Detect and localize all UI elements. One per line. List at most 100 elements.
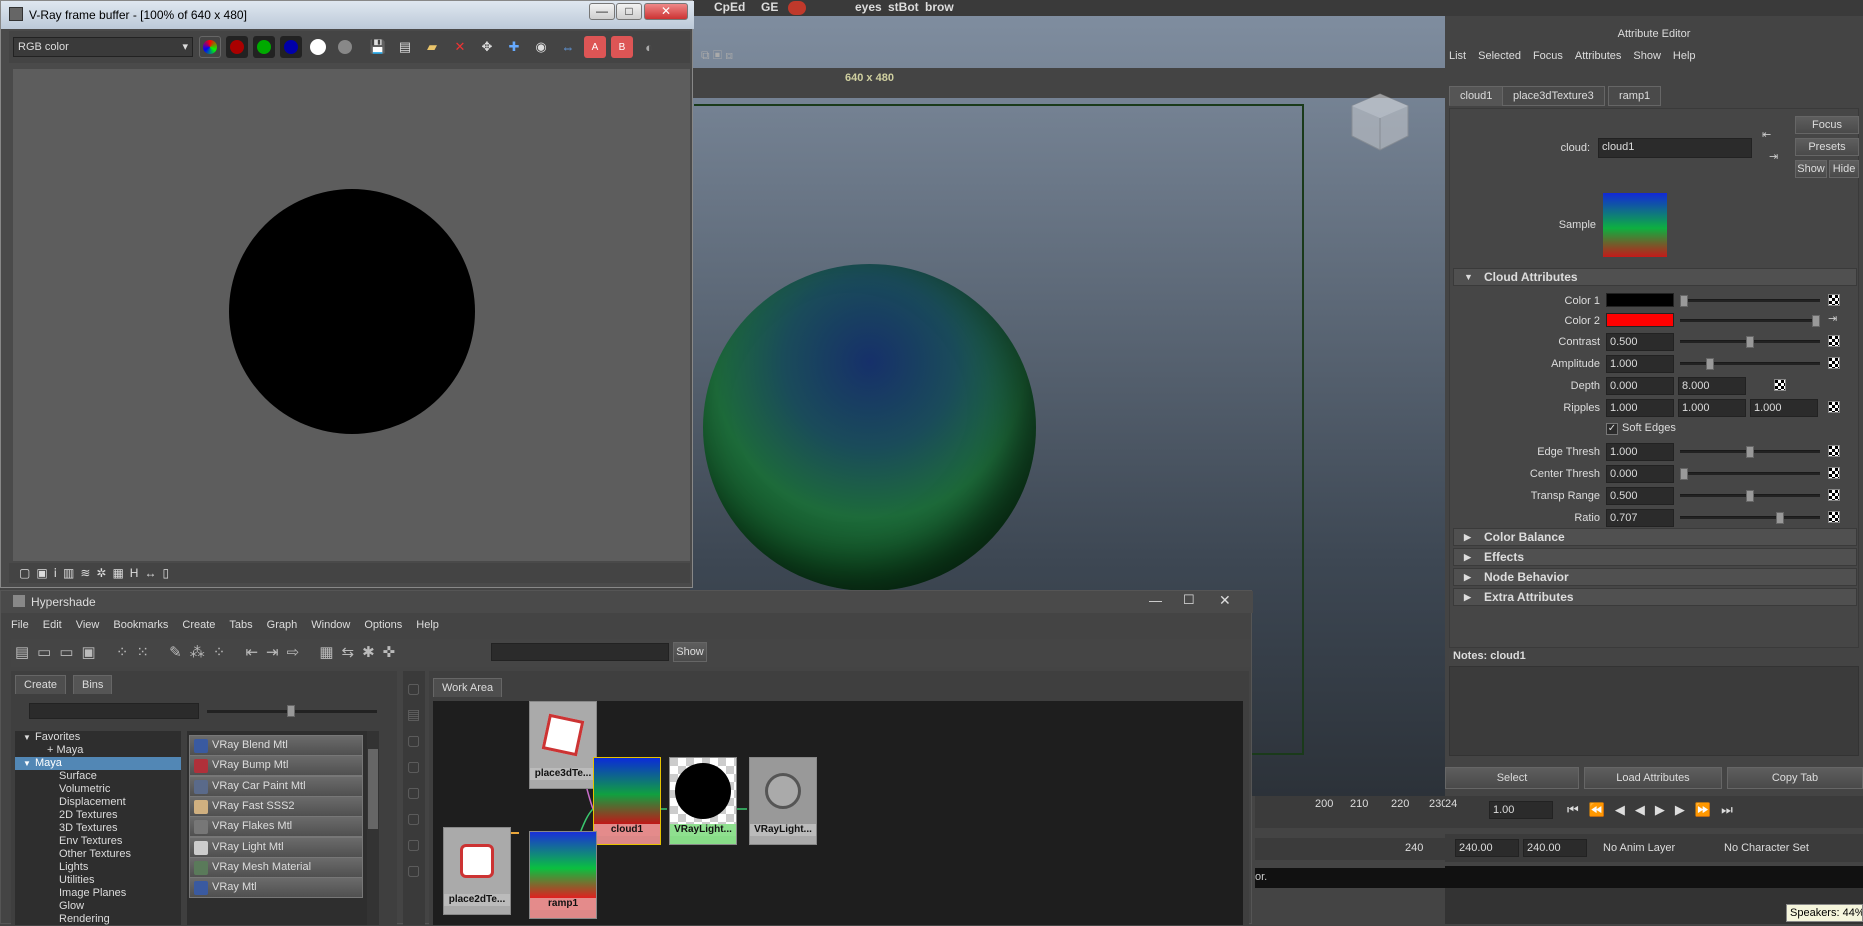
save-all-icon[interactable]: ▤ — [394, 36, 416, 58]
open-icon[interactable]: ▰ — [421, 36, 443, 58]
tree-item[interactable]: + Maya — [15, 744, 181, 757]
tree-item[interactable]: Surface — [15, 770, 181, 783]
rgb-icon[interactable] — [199, 36, 221, 58]
ae-menu-attributes[interactable]: Attributes — [1575, 50, 1621, 62]
node-create-button[interactable]: VRay Flakes Mtl — [189, 816, 363, 838]
clear-icon[interactable]: ✕ — [449, 36, 471, 58]
search-input[interactable] — [491, 643, 669, 661]
region-render-icon[interactable]: ✚ — [503, 36, 525, 58]
ripples-z-field[interactable]: 1.000 — [1750, 399, 1818, 417]
tree-item[interactable]: 2D Textures — [15, 809, 181, 822]
soft-edges-checkbox[interactable]: ✓ — [1606, 423, 1618, 435]
ae-tab-cloud1[interactable]: cloud1 — [1449, 86, 1504, 106]
shelf-item-brow[interactable]: brow — [925, 0, 954, 14]
edge-thresh-slider[interactable] — [1680, 446, 1820, 458]
ratio-slider[interactable] — [1680, 512, 1820, 524]
map-button-icon[interactable] — [1828, 357, 1840, 369]
view-cube-icon[interactable] — [1348, 90, 1413, 155]
create-filter-input[interactable] — [29, 703, 199, 719]
shelf-item-cped[interactable]: CpEd — [714, 0, 745, 14]
depth-max-field[interactable]: 8.000 — [1678, 377, 1746, 395]
focus-button[interactable]: Focus — [1795, 116, 1859, 134]
ae-menu-focus[interactable]: Focus — [1533, 50, 1563, 62]
map-button-icon[interactable] — [1828, 511, 1840, 523]
track-mouse-icon[interactable]: ✥ — [476, 36, 498, 58]
node-create-button[interactable]: VRay Blend Mtl — [189, 735, 363, 756]
close-button[interactable]: ✕ — [644, 3, 688, 20]
color-correct-icon[interactable]: ⇔ — [557, 36, 579, 58]
save-icon[interactable]: 💾 — [367, 36, 389, 58]
node-ports[interactable] — [444, 906, 510, 914]
tree-item[interactable]: Rendering — [15, 913, 181, 926]
node-name-field[interactable]: cloud1 — [1598, 138, 1752, 158]
node-graph[interactable]: place3dTe... place2dTe... cloud1 ramp1 V… — [433, 701, 1243, 925]
map-button-icon[interactable] — [1828, 445, 1840, 457]
green-channel-icon[interactable] — [253, 36, 275, 58]
load-attributes-button[interactable]: Load Attributes — [1584, 767, 1722, 789]
connected-arrow-icon[interactable]: ⇥ — [1828, 312, 1837, 325]
shelf-record-icon[interactable] — [788, 1, 806, 15]
vray-bottom-icons[interactable]: ▢▣ⅰ▥≋✲▦H↔▯ — [19, 566, 175, 580]
range-slider[interactable]: 240 — [1255, 838, 1445, 860]
icon-size-slider[interactable] — [207, 705, 377, 717]
node-create-button[interactable]: VRay Light Mtl — [189, 836, 363, 858]
command-line[interactable]: or. — [1255, 868, 1445, 888]
tab-create[interactable]: Create — [15, 675, 67, 694]
color2-swatch[interactable] — [1606, 313, 1674, 327]
ripples-x-field[interactable]: 1.000 — [1606, 399, 1674, 417]
show-button[interactable]: Show — [673, 642, 707, 662]
slider-handle[interactable] — [1812, 315, 1820, 327]
menu-help[interactable]: Help — [416, 619, 439, 631]
ripples-y-field[interactable]: 1.000 — [1678, 399, 1746, 417]
mono-icon[interactable] — [334, 36, 356, 58]
menu-file[interactable]: File — [11, 619, 29, 631]
select-button[interactable]: Select — [1445, 767, 1579, 789]
viewport-tool-icons[interactable]: ⧉ ▣ ⧈ — [701, 48, 733, 63]
tree-item[interactable]: Image Planes — [15, 887, 181, 900]
shelf-item-ge[interactable]: GE — [761, 0, 778, 14]
transp-range-field[interactable]: 0.500 — [1606, 487, 1674, 505]
node-ports[interactable] — [670, 836, 736, 844]
slider-handle[interactable] — [1776, 512, 1784, 524]
presets-button[interactable]: Presets — [1795, 138, 1859, 156]
node-ports[interactable] — [750, 836, 816, 844]
contrast-field[interactable]: 0.500 — [1606, 333, 1674, 351]
map-button-icon[interactable] — [1828, 467, 1840, 479]
place2d-texture-node[interactable]: place2dTe... — [443, 827, 511, 915]
ae-menu-show[interactable]: Show — [1633, 50, 1661, 62]
map-button-icon[interactable] — [1828, 335, 1840, 347]
ab-compare-icon[interactable]: A — [584, 36, 606, 58]
depth-min-field[interactable]: 0.000 — [1606, 377, 1674, 395]
ae-menu-list[interactable]: List — [1449, 50, 1466, 62]
hypershade-tool-icons[interactable]: ▤▭▭▣ ⁘⁙ ✎⁂⁘ ⇤⇥⇨ ▦⇆✱✜ — [15, 643, 403, 661]
tree-item[interactable]: Utilities — [15, 874, 181, 887]
maximize-button[interactable]: □ — [616, 3, 642, 20]
time-slider[interactable]: 200 210 220 230 — [1255, 796, 1447, 828]
amplitude-field[interactable]: 1.000 — [1606, 355, 1674, 373]
map-button-icon[interactable] — [1828, 294, 1840, 306]
menu-tabs[interactable]: Tabs — [229, 619, 252, 631]
ramp-node[interactable]: ramp1 — [529, 831, 597, 919]
transp-range-slider[interactable] — [1680, 490, 1820, 502]
slider-handle[interactable] — [1706, 358, 1714, 370]
tree-expander-icon[interactable]: ▼ — [23, 733, 35, 742]
color1-slider[interactable] — [1680, 295, 1820, 307]
node-ports[interactable] — [530, 910, 596, 918]
slider-handle[interactable] — [1746, 490, 1754, 502]
tree-expander-icon[interactable]: ▼ — [23, 759, 35, 768]
section-effects[interactable]: ▶ Effects — [1453, 548, 1857, 566]
menu-edit[interactable]: Edit — [43, 619, 62, 631]
menu-options[interactable]: Options — [364, 619, 402, 631]
section-node-behavior[interactable]: ▶ Node Behavior — [1453, 568, 1857, 586]
blue-channel-icon[interactable] — [280, 36, 302, 58]
tab-bins[interactable]: Bins — [73, 675, 113, 694]
ae-tab-ramp1[interactable]: ramp1 — [1608, 86, 1662, 106]
vraylight-mtl-node[interactable]: VRayLight... — [669, 757, 737, 845]
playback-buttons[interactable]: ⏮⏪◀◀▶▶⏩⏭ — [1567, 802, 1743, 818]
vraylight-sg-node[interactable]: VRayLight... — [749, 757, 817, 845]
current-frame-field[interactable]: 1.00 — [1489, 801, 1553, 819]
tree-item[interactable]: ▼ Favorites — [15, 731, 181, 744]
ratio-field[interactable]: 0.707 — [1606, 509, 1674, 527]
menu-create[interactable]: Create — [182, 619, 215, 631]
tab-work-area[interactable]: Work Area — [433, 678, 503, 697]
